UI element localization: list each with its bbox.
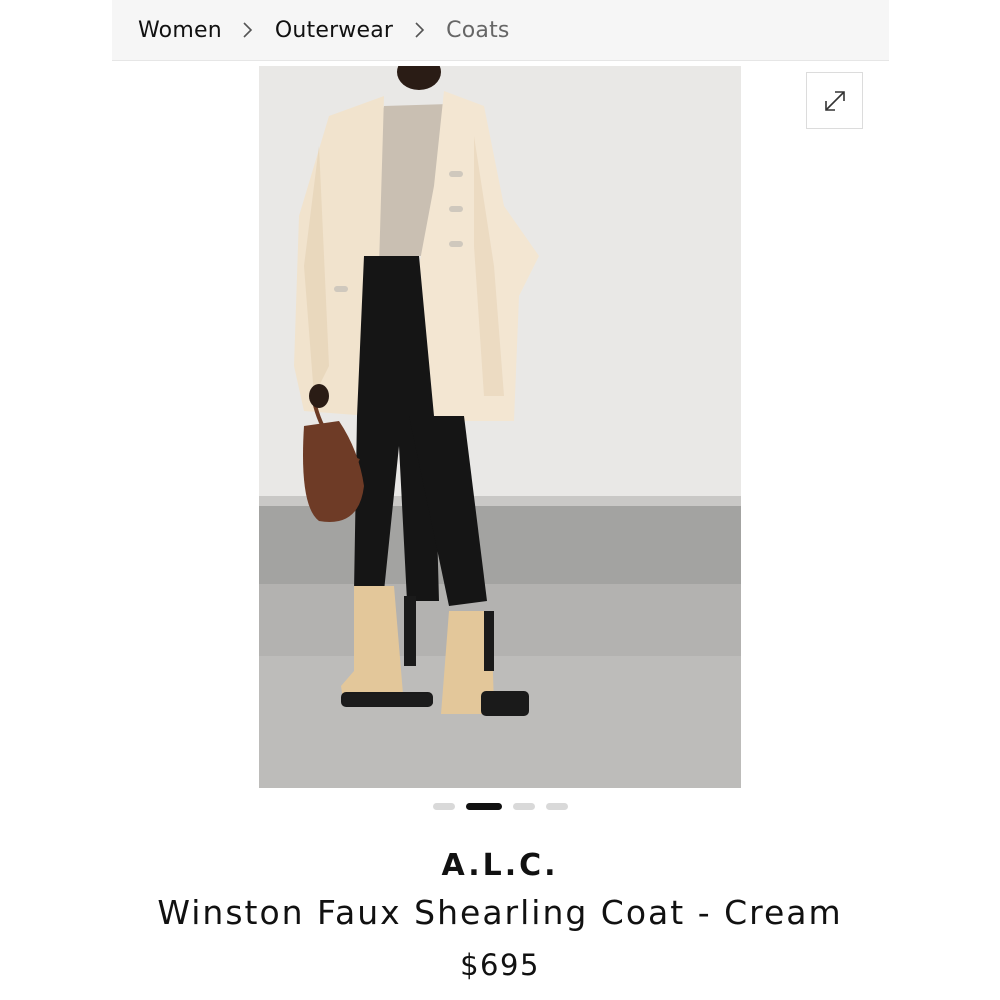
breadcrumb: Women Outerwear Coats <box>112 0 889 61</box>
breadcrumb-outerwear[interactable]: Outerwear <box>275 18 393 43</box>
product-price: $695 <box>460 948 540 982</box>
chevron-right-icon <box>393 21 446 39</box>
breadcrumb-women[interactable]: Women <box>138 18 222 43</box>
carousel-dot-2[interactable] <box>465 803 502 810</box>
carousel-pagination <box>0 803 1000 810</box>
breadcrumb-coats: Coats <box>446 17 510 43</box>
carousel-dot-1[interactable] <box>432 803 455 810</box>
expand-icon <box>824 90 845 111</box>
product-title: Winston Faux Shearling Coat - Cream <box>157 893 843 932</box>
carousel-dot-3[interactable] <box>512 803 535 810</box>
chevron-right-icon <box>222 21 275 39</box>
expand-button[interactable] <box>806 72 863 129</box>
carousel-dot-4[interactable] <box>545 803 568 810</box>
product-image[interactable] <box>259 66 741 788</box>
product-brand[interactable]: A.L.C. <box>0 848 1000 883</box>
